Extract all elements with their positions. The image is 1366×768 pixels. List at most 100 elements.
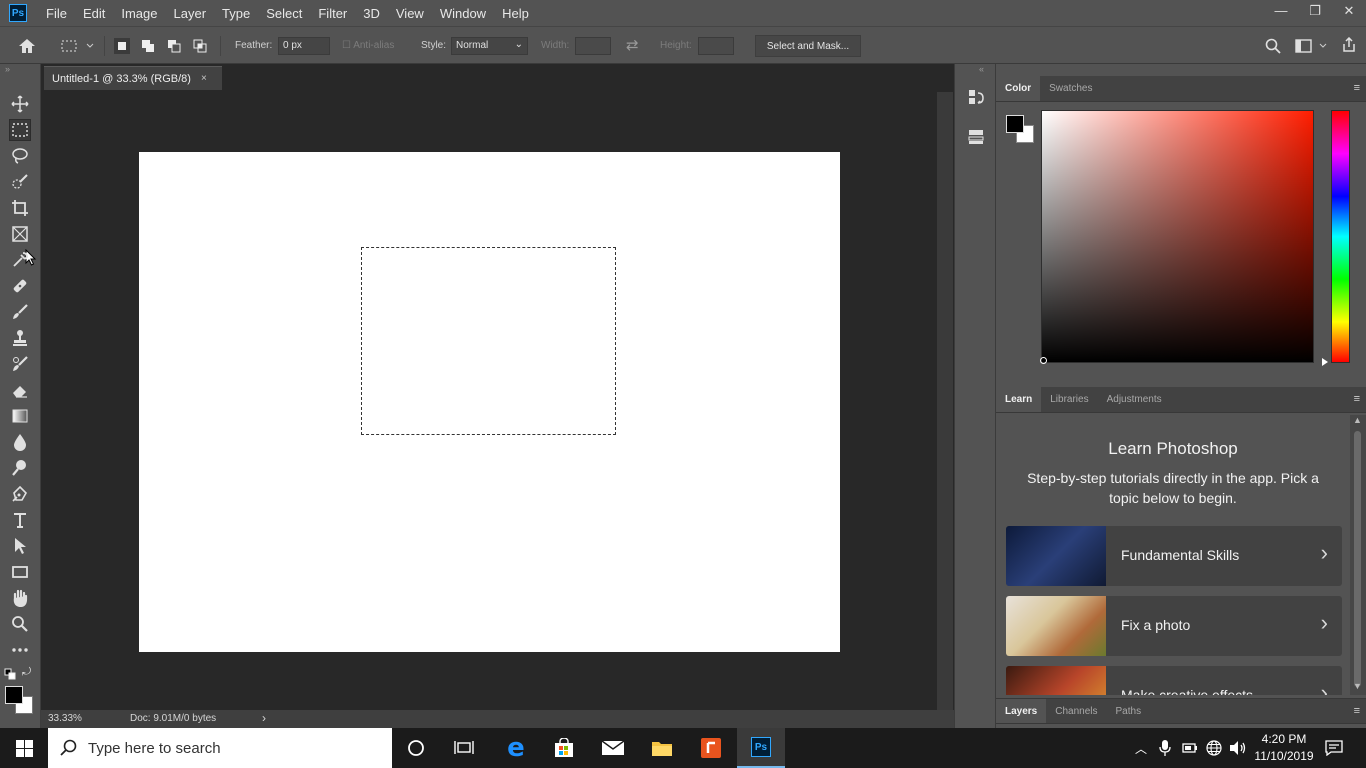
menu-file[interactable]: File	[38, 6, 75, 21]
more-tools-icon[interactable]	[9, 639, 31, 661]
document-tab[interactable]: Untitled-1 @ 33.3% (RGB/8) ×	[44, 66, 222, 90]
taskbar-search-box[interactable]	[48, 728, 392, 768]
intersect-selection-icon[interactable]	[192, 38, 208, 54]
status-menu-arrow-icon[interactable]: ›	[262, 711, 266, 725]
dodge-tool-icon[interactable]	[9, 457, 31, 479]
tutorial-card-fundamental-skills[interactable]: Fundamental Skills ›	[1006, 526, 1342, 586]
pen-tool-icon[interactable]	[9, 483, 31, 505]
close-document-icon[interactable]: ×	[201, 73, 207, 84]
zoom-level[interactable]: 33.33%	[48, 713, 82, 724]
task-view-icon[interactable]	[440, 728, 488, 768]
zoom-tool-icon[interactable]	[9, 613, 31, 635]
eraser-tool-icon[interactable]	[9, 379, 31, 401]
volume-icon[interactable]	[1229, 740, 1247, 756]
color-panel-menu-icon[interactable]: ≡	[1354, 83, 1360, 94]
menu-filter[interactable]: Filter	[310, 6, 355, 21]
lasso-tool-icon[interactable]	[9, 145, 31, 167]
hue-slider-handle[interactable]	[1322, 358, 1328, 366]
add-to-selection-icon[interactable]	[140, 38, 156, 54]
mail-icon[interactable]	[589, 728, 637, 768]
home-icon[interactable]	[18, 38, 36, 54]
close-button[interactable]: ✕	[1332, 0, 1366, 26]
tab-adjustments[interactable]: Adjustments	[1098, 387, 1171, 412]
hue-slider[interactable]	[1331, 110, 1350, 363]
photoshop-taskbar-icon[interactable]: Ps	[737, 728, 785, 768]
tutorial-card-fix-a-photo[interactable]: Fix a photo ›	[1006, 596, 1342, 656]
tab-learn[interactable]: Learn	[996, 387, 1042, 412]
type-tool-icon[interactable]	[9, 509, 31, 531]
feather-input[interactable]: 0 px	[278, 37, 330, 55]
select-and-mask-button[interactable]: Select and Mask...	[755, 35, 861, 57]
foreground-color-swatch[interactable]	[5, 686, 23, 704]
rectangle-tool-icon[interactable]	[9, 561, 31, 583]
path-selection-tool-icon[interactable]	[9, 535, 31, 557]
start-button[interactable]	[0, 728, 48, 768]
swap-dimensions-icon[interactable]: ⇄	[626, 36, 639, 54]
gradient-tool-icon[interactable]	[9, 405, 31, 427]
tutorial-card-make-creative-effects[interactable]: Make creative effects ›	[1006, 666, 1342, 695]
hand-tool-icon[interactable]	[9, 587, 31, 609]
move-tool-icon[interactable]	[9, 93, 31, 115]
new-selection-icon[interactable]	[114, 38, 130, 54]
tab-libraries[interactable]: Libraries	[1041, 387, 1097, 412]
menu-view[interactable]: View	[388, 6, 432, 21]
collapse-panels-icon[interactable]: «	[979, 64, 984, 74]
menu-window[interactable]: Window	[432, 6, 494, 21]
tab-layers[interactable]: Layers	[996, 699, 1047, 723]
history-panel-icon[interactable]	[967, 88, 985, 106]
blur-tool-icon[interactable]	[9, 431, 31, 453]
microsoft-store-icon[interactable]	[540, 728, 588, 768]
layers-panel-menu-icon[interactable]: ≡	[1354, 706, 1360, 717]
properties-panel-icon[interactable]	[967, 128, 985, 146]
menu-edit[interactable]: Edit	[75, 6, 113, 21]
history-brush-tool-icon[interactable]	[9, 353, 31, 375]
clone-stamp-tool-icon[interactable]	[9, 327, 31, 349]
scroll-up-icon[interactable]: ▲	[1353, 415, 1362, 425]
menu-select[interactable]: Select	[258, 6, 310, 21]
microphone-icon[interactable]	[1159, 740, 1171, 756]
taskbar-search-input[interactable]	[88, 739, 368, 757]
menu-image[interactable]: Image	[113, 6, 165, 21]
battery-icon[interactable]	[1182, 742, 1198, 754]
brush-tool-icon[interactable]	[9, 301, 31, 323]
default-colors-icon[interactable]	[4, 668, 16, 680]
healing-brush-tool-icon[interactable]	[9, 275, 31, 297]
scrollbar-thumb[interactable]	[1354, 431, 1361, 687]
show-hidden-icons-icon[interactable]: ︿	[1135, 740, 1147, 757]
workspace-icon[interactable]	[1295, 39, 1329, 53]
vertical-scrollbar[interactable]	[937, 92, 953, 710]
marquee-selection[interactable]	[361, 247, 616, 435]
color-picker-handle[interactable]	[1040, 357, 1047, 364]
scroll-down-icon[interactable]: ▼	[1353, 681, 1362, 691]
network-globe-icon[interactable]	[1206, 740, 1222, 756]
antialias-checkbox[interactable]: ☐ Anti-alias	[342, 40, 394, 51]
menu-type[interactable]: Type	[214, 6, 258, 21]
subtract-from-selection-icon[interactable]	[166, 38, 182, 54]
learn-panel-menu-icon[interactable]: ≡	[1354, 394, 1360, 405]
menu-help[interactable]: Help	[494, 6, 537, 21]
action-center-icon[interactable]	[1325, 740, 1343, 756]
tab-swatches[interactable]: Swatches	[1040, 76, 1101, 101]
color-panel-foreground-swatch[interactable]	[1006, 115, 1024, 133]
width-input[interactable]	[575, 37, 611, 55]
share-icon[interactable]	[1341, 37, 1357, 53]
height-input[interactable]	[698, 37, 734, 55]
taskbar-clock[interactable]: 4:20 PM 11/10/2019	[1252, 731, 1316, 765]
frame-tool-icon[interactable]	[9, 223, 31, 245]
eyedropper-tool-icon[interactable]	[9, 249, 31, 271]
saturation-brightness-picker[interactable]	[1041, 110, 1314, 363]
crop-tool-icon[interactable]	[9, 197, 31, 219]
learn-panel-scrollbar[interactable]: ▲ ▼	[1350, 415, 1366, 695]
tab-channels[interactable]: Channels	[1046, 699, 1106, 723]
minimize-button[interactable]: —	[1264, 0, 1298, 26]
office-app-icon[interactable]	[687, 728, 735, 768]
menu-3d[interactable]: 3D	[355, 6, 388, 21]
marquee-tool-icon[interactable]	[9, 119, 31, 141]
file-explorer-icon[interactable]	[638, 728, 686, 768]
cortana-icon[interactable]	[392, 728, 440, 768]
restore-button[interactable]: ❐	[1298, 0, 1332, 26]
marquee-preset-icon[interactable]	[60, 39, 96, 53]
tab-paths[interactable]: Paths	[1107, 699, 1151, 723]
edge-browser-icon[interactable]: e	[492, 728, 540, 768]
menu-layer[interactable]: Layer	[166, 6, 215, 21]
